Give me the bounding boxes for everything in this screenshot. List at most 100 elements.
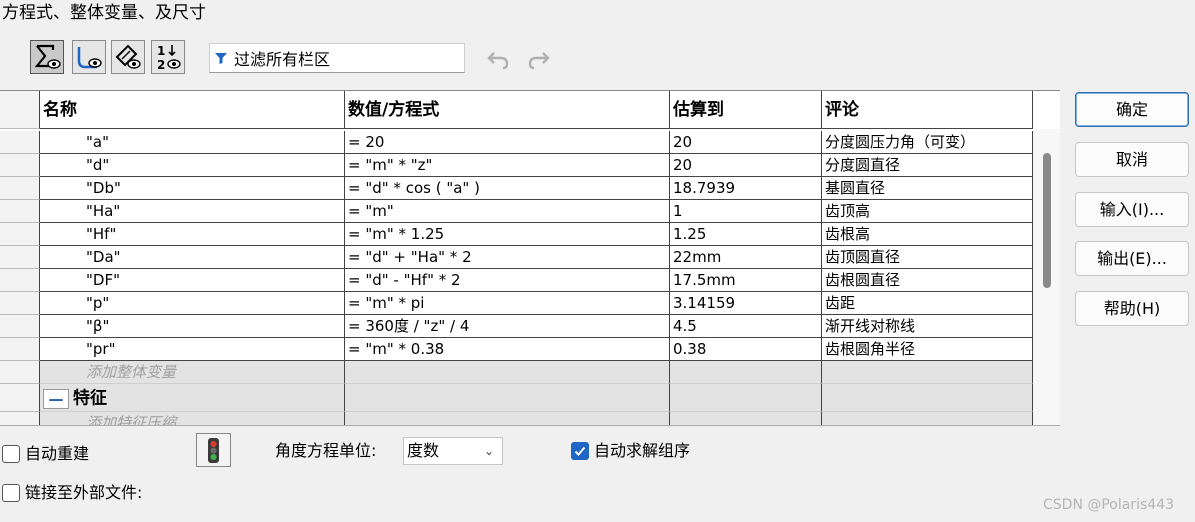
table-cell-comment[interactable]: 分度圆直径	[822, 154, 1033, 177]
column-header-name[interactable]: 名称	[40, 91, 345, 129]
help-button[interactable]: 帮助(H)	[1075, 291, 1189, 326]
order-eye-icon[interactable]: 1 2	[151, 40, 185, 74]
traffic-light-icon[interactable]	[196, 433, 231, 467]
table-cell-empty	[345, 412, 670, 425]
filter-placeholder: 过滤所有栏区	[234, 50, 331, 69]
angle-unit-value: 度数	[407, 441, 440, 460]
row-selector[interactable]	[0, 200, 40, 223]
table-cell-name[interactable]: "Da"	[40, 246, 345, 269]
table-cell-name[interactable]: "pr"	[40, 338, 345, 361]
table-cell-eval[interactable]: 4.5	[670, 315, 822, 338]
scrollbar-thumb[interactable]	[1043, 153, 1051, 288]
filter-input[interactable]: 过滤所有栏区	[209, 43, 465, 73]
ok-button[interactable]: 确定	[1075, 92, 1189, 127]
table-cell-value[interactable]: = "d" * cos ( "a" )	[345, 177, 670, 200]
vertical-scrollbar[interactable]	[1033, 129, 1060, 425]
table-cell-value[interactable]: = "m" * 1.25	[345, 223, 670, 246]
auto-rebuild-checkbox[interactable]	[2, 445, 20, 463]
table-cell-name[interactable]: "a"	[40, 131, 345, 154]
row-selector[interactable]	[0, 246, 40, 269]
export-button[interactable]: 输出(E)...	[1075, 241, 1189, 276]
table-cell-name[interactable]: "Hf"	[40, 223, 345, 246]
row-selector[interactable]	[0, 338, 40, 361]
svg-text:1: 1	[157, 44, 165, 58]
table-cell-comment[interactable]: 分度圆压力角（可变）	[822, 131, 1033, 154]
table-cell-value[interactable]: = 360度 / "z" / 4	[345, 315, 670, 338]
link-external-checkbox[interactable]	[2, 484, 20, 502]
undo-icon[interactable]	[486, 47, 510, 71]
row-selector[interactable]	[0, 154, 40, 177]
auto-solve-order-label: 自动求解组序	[594, 441, 691, 460]
table-cell-comment[interactable]: 齿根圆直径	[822, 269, 1033, 292]
table-cell-value[interactable]: = 20	[345, 131, 670, 154]
row-selector[interactable]	[0, 315, 40, 338]
collapse-icon[interactable]: —	[43, 388, 69, 409]
table-cell-value[interactable]: = "d" + "Ha" * 2	[345, 246, 670, 269]
row-selector[interactable]	[0, 131, 40, 154]
auto-rebuild-label: 自动重建	[25, 444, 90, 463]
table-cell-eval[interactable]: 17.5mm	[670, 269, 822, 292]
link-external-label: 链接至外部文件:	[25, 483, 143, 502]
table-cell-comment[interactable]: 齿根高	[822, 223, 1033, 246]
table-cell-name[interactable]: "Ha"	[40, 200, 345, 223]
row-selector[interactable]	[0, 361, 40, 384]
table-cell-eval[interactable]: 1.25	[670, 223, 822, 246]
row-selector[interactable]	[0, 177, 40, 200]
column-header-value[interactable]: 数值/方程式	[345, 91, 670, 129]
table-cell-empty	[670, 412, 822, 425]
row-selector[interactable]	[0, 292, 40, 315]
table-cell-empty	[822, 361, 1033, 384]
table-cell-comment[interactable]: 渐开线对称线	[822, 315, 1033, 338]
row-selector-header	[0, 91, 40, 129]
table-cell-empty	[822, 412, 1033, 425]
table-cell-empty	[345, 361, 670, 384]
table-cell-comment[interactable]: 齿根圆角半径	[822, 338, 1033, 361]
column-header-evaluates[interactable]: 估算到	[670, 91, 822, 129]
table-cell-name[interactable]: "Db"	[40, 177, 345, 200]
svg-text:2: 2	[157, 58, 165, 71]
window-title: 方程式、整体变量、及尺寸	[2, 3, 206, 23]
table-cell-name[interactable]: "p"	[40, 292, 345, 315]
table-cell-name[interactable]: "d"	[40, 154, 345, 177]
row-selector	[0, 384, 40, 412]
table-cell-comment[interactable]: 齿距	[822, 292, 1033, 315]
table-cell-empty	[822, 384, 1033, 412]
table-cell-value[interactable]: = "m" * 0.38	[345, 338, 670, 361]
table-cell-eval[interactable]: 1	[670, 200, 822, 223]
column-header-comment[interactable]: 评论	[822, 91, 1033, 129]
filter-icon	[215, 53, 227, 64]
row-selector[interactable]	[0, 223, 40, 246]
table-cell-eval[interactable]: 18.7939	[670, 177, 822, 200]
section-label: 特征	[73, 388, 107, 409]
table-cell-eval[interactable]: 3.14159	[670, 292, 822, 315]
table-cell-empty	[670, 384, 822, 412]
dimension-eye-icon[interactable]	[111, 40, 145, 74]
table-cell-value[interactable]: = "m" * pi	[345, 292, 670, 315]
table-cell-name[interactable]: "β"	[40, 315, 345, 338]
cancel-button[interactable]: 取消	[1075, 142, 1189, 177]
sigma-eye-icon[interactable]	[30, 40, 64, 74]
add-global-variable-cell[interactable]: 添加整体变量	[40, 361, 345, 384]
toolbar: 1 2 过滤所有栏区	[0, 34, 1195, 84]
row-selector[interactable]	[0, 269, 40, 292]
table-cell-value[interactable]: = "m" * "z"	[345, 154, 670, 177]
table-cell-value[interactable]: = "d" - "Hf" * 2	[345, 269, 670, 292]
table-cell-value[interactable]: = "m"	[345, 200, 670, 223]
auto-solve-order-checkbox[interactable]	[571, 442, 589, 460]
table-cell-comment[interactable]: 齿顶高	[822, 200, 1033, 223]
table-cell-eval[interactable]: 20	[670, 154, 822, 177]
row-selector[interactable]	[0, 412, 40, 425]
redo-icon[interactable]	[527, 47, 551, 71]
add-feature-suppression-cell[interactable]: 添加特征压缩	[40, 412, 345, 425]
table-cell-empty	[670, 361, 822, 384]
table-cell-eval[interactable]: 20	[670, 131, 822, 154]
table-cell-comment[interactable]: 基圆直径	[822, 177, 1033, 200]
table-cell-eval[interactable]: 0.38	[670, 338, 822, 361]
table-cell-eval[interactable]: 22mm	[670, 246, 822, 269]
angle-unit-select[interactable]: 度数 ⌄	[403, 437, 503, 465]
import-button[interactable]: 输入(I)...	[1075, 192, 1189, 227]
table-cell-comment[interactable]: 齿顶圆直径	[822, 246, 1033, 269]
table-cell-name[interactable]: "DF"	[40, 269, 345, 292]
section-header-features: — 特征	[40, 384, 345, 412]
sketch-eye-icon[interactable]	[72, 40, 106, 74]
